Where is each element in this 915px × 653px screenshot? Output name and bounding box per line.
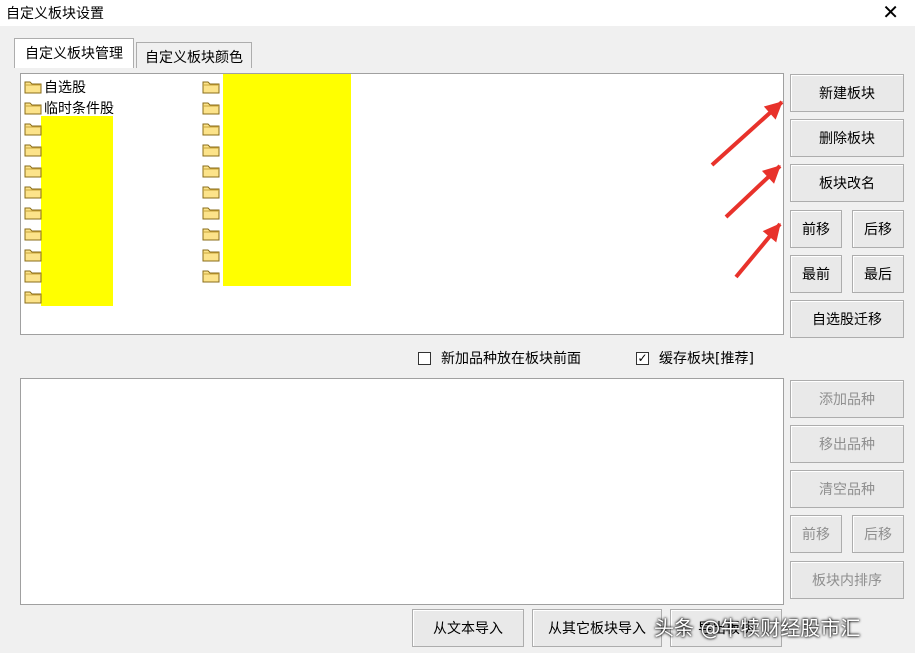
folder-icon xyxy=(24,122,42,136)
add-stock-button[interactable]: 添加品种 xyxy=(790,380,904,418)
remove-stock-button[interactable]: 移出品种 xyxy=(790,425,904,463)
import-from-other-block-button[interactable]: 从其它板块导入 xyxy=(532,609,662,647)
folder-icon xyxy=(202,101,220,115)
watermark: 头条 @牛犊财经股市汇 xyxy=(654,616,861,640)
block-list-item[interactable] xyxy=(202,244,222,265)
block-list-item[interactable] xyxy=(24,244,44,265)
block-list-item[interactable] xyxy=(24,286,44,307)
folder-icon xyxy=(24,206,42,220)
block-list-item[interactable] xyxy=(24,118,44,139)
block-list-item[interactable] xyxy=(202,139,222,160)
block-list-item[interactable] xyxy=(24,223,44,244)
folder-icon xyxy=(202,80,220,94)
block-list-item[interactable] xyxy=(24,139,44,160)
folder-icon xyxy=(24,164,42,178)
block-list-item[interactable] xyxy=(202,265,222,286)
add-to-front-checkbox[interactable]: 新加品种放在板块前面 xyxy=(418,348,581,368)
block-list-item[interactable]: 临时条件股 xyxy=(24,97,114,118)
close-icon[interactable]: ✕ xyxy=(882,0,899,24)
block-list-item[interactable] xyxy=(24,265,44,286)
block-name-label: 临时条件股 xyxy=(44,100,114,117)
new-block-button[interactable]: 新建板块 xyxy=(790,74,904,112)
window-title: 自定义板块设置 xyxy=(6,6,104,22)
folder-icon xyxy=(202,269,220,283)
folder-icon xyxy=(202,122,220,136)
folder-icon xyxy=(24,227,42,241)
folder-icon xyxy=(24,101,42,115)
redaction-highlight-col1 xyxy=(41,116,113,306)
stock-move-forward-button[interactable]: 前移 xyxy=(790,515,842,553)
checkbox-box[interactable] xyxy=(418,351,431,365)
move-last-button[interactable]: 最后 xyxy=(852,255,904,293)
block-list-item[interactable] xyxy=(202,97,222,118)
block-list[interactable]: 自选股 临时条件股 xyxy=(20,73,784,335)
folder-icon xyxy=(202,185,220,199)
stock-list[interactable] xyxy=(20,378,784,605)
annotation-arrows xyxy=(710,100,784,279)
cache-block-label: 缓存板块[推荐] xyxy=(659,351,754,367)
clear-stocks-button[interactable]: 清空品种 xyxy=(790,470,904,508)
block-list-item[interactable] xyxy=(202,76,222,97)
folder-icon xyxy=(24,248,42,262)
block-list-item[interactable] xyxy=(202,181,222,202)
block-list-item[interactable] xyxy=(24,160,44,181)
folder-icon xyxy=(24,185,42,199)
move-forward-button[interactable]: 前移 xyxy=(790,210,842,248)
add-to-front-label: 新加品种放在板块前面 xyxy=(441,351,581,367)
folder-icon xyxy=(202,227,220,241)
block-list-item[interactable] xyxy=(202,160,222,181)
folder-icon xyxy=(202,164,220,178)
sort-in-block-button[interactable]: 板块内排序 xyxy=(790,561,904,599)
folder-icon xyxy=(202,206,220,220)
stock-move-back-button[interactable]: 后移 xyxy=(852,515,904,553)
cache-block-checkbox[interactable]: ✓ 缓存板块[推荐] xyxy=(636,348,754,368)
folder-icon xyxy=(24,80,42,94)
rename-block-button[interactable]: 板块改名 xyxy=(790,164,904,202)
migrate-watchlist-button[interactable]: 自选股迁移 xyxy=(790,300,904,338)
folder-icon xyxy=(24,143,42,157)
folder-icon xyxy=(24,269,42,283)
block-list-item[interactable] xyxy=(202,118,222,139)
title-bar: 自定义板块设置 ✕ xyxy=(0,0,915,26)
delete-block-button[interactable]: 删除板块 xyxy=(790,119,904,157)
move-first-button[interactable]: 最前 xyxy=(790,255,842,293)
block-list-item[interactable] xyxy=(202,223,222,244)
import-from-text-button[interactable]: 从文本导入 xyxy=(412,609,524,647)
block-list-item[interactable] xyxy=(202,202,222,223)
tab-block-management[interactable]: 自定义板块管理 xyxy=(14,38,134,68)
folder-icon xyxy=(202,143,220,157)
folder-icon xyxy=(202,248,220,262)
checkmark-icon[interactable]: ✓ xyxy=(636,351,649,365)
redaction-highlight-col2 xyxy=(223,74,351,286)
block-list-item[interactable] xyxy=(24,202,44,223)
block-list-item[interactable]: 自选股 xyxy=(24,76,86,97)
block-list-item[interactable] xyxy=(24,181,44,202)
block-name-label: 自选股 xyxy=(44,79,86,96)
tab-block-color[interactable]: 自定义板块颜色 xyxy=(136,42,252,68)
folder-icon xyxy=(24,290,42,304)
move-back-button[interactable]: 后移 xyxy=(852,210,904,248)
